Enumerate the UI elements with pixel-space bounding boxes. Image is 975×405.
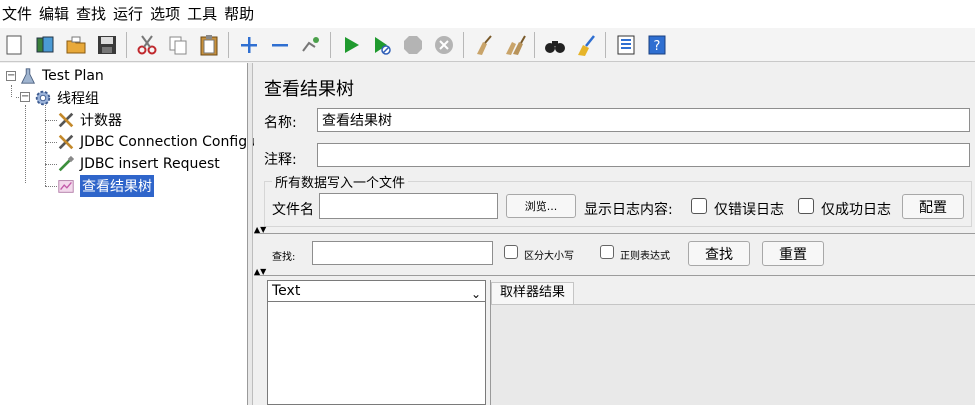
menu-help[interactable]: 帮助 <box>222 0 259 28</box>
comment-label: 注释: <box>264 152 297 168</box>
find-button[interactable]: 查找 <box>688 241 750 266</box>
case-sensitive-label: 区分大小写 <box>524 251 574 262</box>
menu-file[interactable]: 文件 <box>0 0 37 28</box>
shutdown-icon[interactable] <box>430 31 457 58</box>
regex-checkbox[interactable] <box>600 245 614 259</box>
tree-item-results-tree[interactable]: 查看结果树 <box>56 175 154 197</box>
result-detail-area: 取样器结果 <box>490 280 975 405</box>
search-icon[interactable] <box>541 31 568 58</box>
help-icon[interactable]: ? <box>643 31 670 58</box>
menu-options[interactable]: 选项 <box>148 0 185 28</box>
name-label: 名称: <box>264 115 297 131</box>
toolbar-separator <box>228 31 229 58</box>
tree-toggle-collapse[interactable]: − <box>6 71 16 81</box>
menu-search[interactable]: 查找 <box>74 0 111 28</box>
menu-tools[interactable]: 工具 <box>185 0 222 28</box>
cut-icon[interactable] <box>133 31 160 58</box>
success-only-label: 仅成功日志 <box>821 202 891 218</box>
new-icon[interactable] <box>0 31 27 58</box>
errors-only-label: 仅错误日志 <box>714 202 784 218</box>
jdbc-request-icon <box>56 154 76 174</box>
copy-icon[interactable] <box>164 31 191 58</box>
counter-icon <box>56 110 76 130</box>
thread-group-icon <box>33 88 53 108</box>
results-tree-panel: 查看结果树 名称: 注释: 所有数据写入一个文件 文件名 浏览... 显示日志内… <box>254 63 975 405</box>
section-divider <box>254 275 975 276</box>
jdbc-config-icon <box>56 132 76 152</box>
svg-text:?: ? <box>653 39 660 54</box>
configure-button[interactable]: 配置 <box>902 194 964 219</box>
toolbar-separator <box>534 31 535 58</box>
clear-icon[interactable] <box>470 31 497 58</box>
search-label: 查找: <box>272 252 296 263</box>
function-helper-icon[interactable] <box>612 31 639 58</box>
open-icon[interactable] <box>62 31 89 58</box>
page-title: 查看结果树 <box>264 79 354 100</box>
tree-item-label: 查看结果树 <box>80 175 154 197</box>
test-plan-icon <box>18 66 38 86</box>
errors-only-checkbox[interactable] <box>691 198 707 214</box>
reset-button[interactable]: 重置 <box>762 241 824 266</box>
tree-item-thread-group[interactable]: 线程组 <box>33 87 99 109</box>
tree-item-label: JDBC insert Request <box>80 156 220 172</box>
split-arrows-icon[interactable]: ▲▼ <box>254 226 266 234</box>
toolbar-separator <box>330 31 331 58</box>
split-arrows-icon[interactable]: ▲▼ <box>254 268 266 276</box>
toolbar: ? <box>0 28 975 62</box>
browse-button[interactable]: 浏览... <box>506 194 576 218</box>
expand-icon[interactable] <box>235 31 262 58</box>
test-plan-tree: − − Test Plan 线程组 计数器 JDBC Connection Co… <box>0 63 270 405</box>
section-divider <box>254 233 975 234</box>
start-icon[interactable] <box>337 31 364 58</box>
regex-label: 正则表达式 <box>620 251 670 262</box>
clear-all-icon[interactable] <box>501 31 528 58</box>
tree-connector <box>25 105 26 183</box>
tree-item-counter[interactable]: 计数器 <box>56 109 122 131</box>
paste-icon[interactable] <box>195 31 222 58</box>
case-sensitive-checkbox[interactable] <box>504 245 518 259</box>
toggle-icon[interactable] <box>297 31 324 58</box>
save-icon[interactable] <box>93 31 120 58</box>
sample-results-list[interactable] <box>267 302 486 405</box>
reset-search-icon[interactable] <box>572 31 599 58</box>
toolbar-separator <box>605 31 606 58</box>
log-content-label: 显示日志内容: <box>584 202 673 218</box>
start-no-pause-icon[interactable] <box>368 31 395 58</box>
tree-connector <box>11 85 12 97</box>
search-input[interactable] <box>312 241 493 265</box>
tree-item-jdbc-config[interactable]: JDBC Connection Configura <box>56 131 270 153</box>
filename-field[interactable] <box>319 193 498 219</box>
sampler-result-content <box>491 304 975 405</box>
filename-label: 文件名 <box>272 202 314 218</box>
toolbar-separator <box>126 31 127 58</box>
tree-item-jdbc-request[interactable]: JDBC insert Request <box>56 153 220 175</box>
menu-run[interactable]: 运行 <box>111 0 148 28</box>
file-group-title: 所有数据写入一个文件 <box>272 172 409 191</box>
collapse-icon[interactable] <box>266 31 293 58</box>
tree-item-label: Test Plan <box>42 68 104 84</box>
success-only-checkbox[interactable] <box>798 198 814 214</box>
tree-item-label: 线程组 <box>57 91 99 107</box>
toolbar-separator <box>463 31 464 58</box>
tree-toggle-collapse[interactable]: − <box>20 92 30 102</box>
tree-item-label: JDBC Connection Configura <box>80 134 271 150</box>
templates-icon[interactable] <box>31 31 58 58</box>
results-tree-icon <box>56 176 76 196</box>
renderer-selected-value: Text <box>272 283 301 299</box>
comment-field[interactable] <box>317 143 970 167</box>
tab-sampler-result[interactable]: 取样器结果 <box>491 282 575 304</box>
tree-connector <box>45 103 46 186</box>
chevron-down-icon: ⌄ <box>470 287 481 301</box>
menu-edit[interactable]: 编辑 <box>37 0 74 28</box>
menu-bar: 文件 编辑 查找 运行 选项 工具 帮助 <box>0 0 975 28</box>
pane-splitter[interactable] <box>248 63 253 405</box>
tree-item-test-plan[interactable]: Test Plan <box>18 65 104 87</box>
renderer-select[interactable]: Text ⌄ <box>267 280 486 302</box>
stop-icon[interactable] <box>399 31 426 58</box>
name-field[interactable] <box>317 108 970 132</box>
tree-item-label: 计数器 <box>80 113 122 129</box>
